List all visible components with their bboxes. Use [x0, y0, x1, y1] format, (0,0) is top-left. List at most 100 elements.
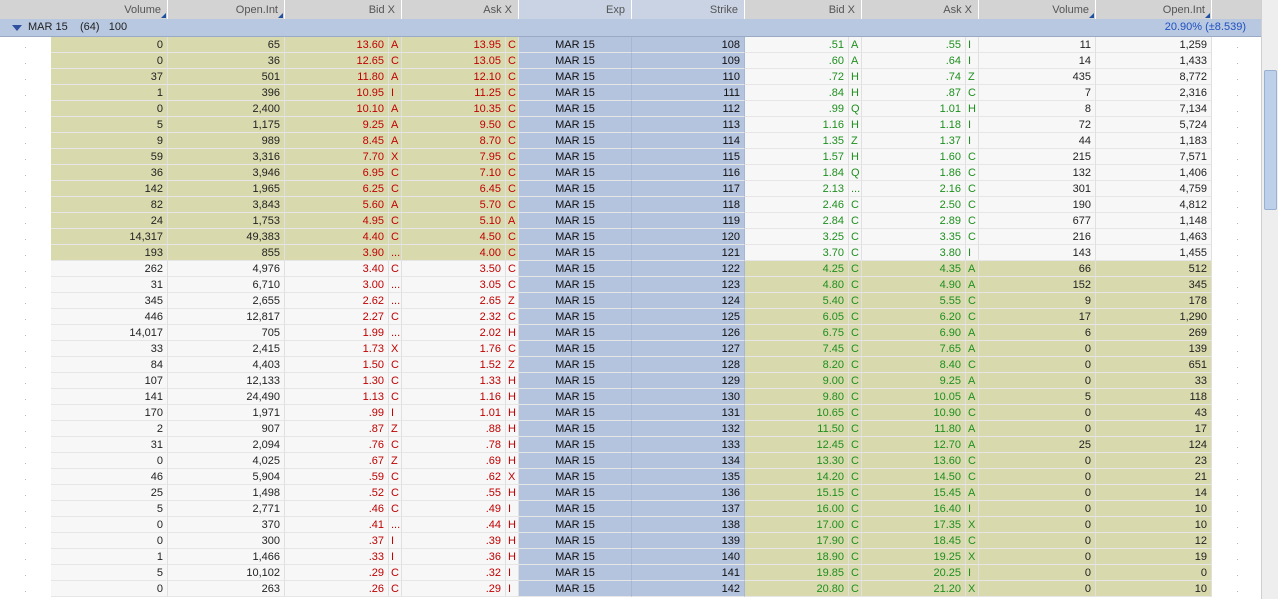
call-bid-cell[interactable]: .26 [285, 581, 389, 597]
put-ask-cell[interactable]: 4.35 [862, 261, 966, 277]
call-ask-cell[interactable]: 6.45 [402, 181, 506, 197]
table-row[interactable]: 345 2,655 2.62... 2.65 Z MAR 15 124 5.40 C 5.55 C 9… [0, 293, 1262, 309]
table-row[interactable]: 141 24,490 1.13 C 1.16 H MAR 15 130 9.80 C 10.05 A 5… [0, 389, 1262, 405]
put-bid-cell[interactable]: 2.84 [745, 213, 849, 229]
put-bid-cell[interactable]: 1.35 [745, 133, 849, 149]
call-ask-cell[interactable]: .49 [402, 501, 506, 517]
call-ask-cell[interactable]: 5.70 [402, 197, 506, 213]
put-ask-cell[interactable]: 18.45 [862, 533, 966, 549]
table-row[interactable]: 36 3,946 6.95 C 7.10 C MAR 15 116 1.84 Q 1.86 C 132 1… [0, 165, 1262, 181]
put-bid-cell[interactable]: 11.50 [745, 421, 849, 437]
table-row[interactable]: 9 989 8.45 A 8.70 C MAR 15 114 1.35 Z 1.37 I 44 1,183… [0, 133, 1262, 149]
call-bid-cell[interactable]: 3.00 [285, 277, 389, 293]
table-row[interactable]: 84 4,403 1.50 C 1.52 Z MAR 15 128 8.20 C 8.40 C 0 651… [0, 357, 1262, 373]
table-row[interactable]: 59 3,316 7.70 X 7.95 C MAR 15 115 1.57 H 1.60 C 215 7… [0, 149, 1262, 165]
put-ask-cell[interactable]: 21.20 [862, 581, 966, 597]
call-ask-cell[interactable]: 10.35 [402, 101, 506, 117]
put-ask-cell[interactable]: 9.25 [862, 373, 966, 389]
header-put-ask[interactable]: Ask X [862, 0, 979, 19]
put-ask-cell[interactable]: 16.40 [862, 501, 966, 517]
put-bid-cell[interactable]: 9.00 [745, 373, 849, 389]
call-ask-cell[interactable]: 1.01 [402, 405, 506, 421]
call-ask-cell[interactable]: .62 [402, 469, 506, 485]
table-row[interactable]: 262 4,976 3.40 C 3.50 C MAR 15 122 4.25 C 4.35 A 66 5… [0, 261, 1262, 277]
call-bid-cell[interactable]: 12.65 [285, 53, 389, 69]
put-ask-cell[interactable]: 1.01 [862, 101, 966, 117]
call-ask-cell[interactable]: .44 [402, 517, 506, 533]
call-ask-cell[interactable]: 1.16 [402, 389, 506, 405]
call-ask-cell[interactable]: 4.00 [402, 245, 506, 261]
put-ask-cell[interactable]: 2.50 [862, 197, 966, 213]
put-bid-cell[interactable]: .99 [745, 101, 849, 117]
put-ask-cell[interactable]: .64 [862, 53, 966, 69]
call-bid-cell[interactable]: 10.95 [285, 85, 389, 101]
call-bid-cell[interactable]: 1.99 [285, 325, 389, 341]
put-ask-cell[interactable]: .74 [862, 69, 966, 85]
table-row[interactable]: 0 36 12.65 C 13.05 C MAR 15 109.60 A .64 I 14 1,433 ·… [0, 53, 1262, 69]
call-bid-cell[interactable]: .76 [285, 437, 389, 453]
put-bid-cell[interactable]: 15.15 [745, 485, 849, 501]
scrollbar-thumb[interactable] [1264, 70, 1277, 210]
put-ask-cell[interactable]: 6.20 [862, 309, 966, 325]
put-ask-cell[interactable]: 19.25 [862, 549, 966, 565]
call-ask-cell[interactable]: 3.05 [402, 277, 506, 293]
table-row[interactable]: 46 5,904.59 C .62 X MAR 15 135 14.20 C 14.50 C 0 21 ·… [0, 469, 1262, 485]
call-bid-cell[interactable]: 5.60 [285, 197, 389, 213]
series-row[interactable]: MAR 15 (64) 100 20.90% (±8.539) [0, 19, 1262, 37]
table-row[interactable]: 2 907.87 Z .88 H MAR 15 132 11.50 C 11.80 A 0 17 · · [0, 421, 1262, 437]
call-bid-cell[interactable]: 13.60 [285, 37, 389, 53]
put-bid-cell[interactable]: 3.25 [745, 229, 849, 245]
put-bid-cell[interactable]: 7.45 [745, 341, 849, 357]
call-ask-cell[interactable]: 7.10 [402, 165, 506, 181]
put-ask-cell[interactable]: 12.70 [862, 437, 966, 453]
put-ask-cell[interactable]: 6.90 [862, 325, 966, 341]
header-put-bid[interactable]: Bid X [745, 0, 862, 19]
call-bid-cell[interactable]: .41 [285, 517, 389, 533]
header-call-ask[interactable]: Ask X [402, 0, 519, 19]
put-bid-cell[interactable]: 17.90 [745, 533, 849, 549]
call-ask-cell[interactable]: 1.76 [402, 341, 506, 357]
put-ask-cell[interactable]: 11.80 [862, 421, 966, 437]
put-bid-cell[interactable]: 3.70 [745, 245, 849, 261]
put-bid-cell[interactable]: 10.65 [745, 405, 849, 421]
put-ask-cell[interactable]: 4.90 [862, 277, 966, 293]
put-bid-cell[interactable]: 6.75 [745, 325, 849, 341]
put-ask-cell[interactable]: 3.80 [862, 245, 966, 261]
put-bid-cell[interactable]: 4.25 [745, 261, 849, 277]
table-row[interactable]: 31 2,094.76 C .78 H MAR 15 133 12.45 C 12.70 A 25 12… [0, 437, 1262, 453]
table-row[interactable]: 5 10,102.29 C .32 I MAR 15 141 19.85 C 20.25 I 0 0 · · [0, 565, 1262, 581]
put-ask-cell[interactable]: 1.18 [862, 117, 966, 133]
put-bid-cell[interactable]: 1.16 [745, 117, 849, 133]
table-row[interactable]: 14,017 705 1.99... 2.02 H MAR 15 126 6.75 C 6.90 A… [0, 325, 1262, 341]
vertical-scrollbar[interactable] [1261, 0, 1278, 599]
put-bid-cell[interactable]: 2.13 [745, 181, 849, 197]
header-strike[interactable]: Strike [632, 0, 745, 19]
put-bid-cell[interactable]: 4.80 [745, 277, 849, 293]
table-row[interactable]: 142 1,965 6.25 C 6.45 C MAR 15 117 2.13... 2.16 C 3… [0, 181, 1262, 197]
table-row[interactable]: 446 12,817 2.27 C 2.32 C MAR 15 125 6.05 C 6.20 C 17… [0, 309, 1262, 325]
call-ask-cell[interactable]: .69 [402, 453, 506, 469]
call-bid-cell[interactable]: 1.13 [285, 389, 389, 405]
put-ask-cell[interactable]: 17.35 [862, 517, 966, 533]
put-bid-cell[interactable]: 5.40 [745, 293, 849, 309]
put-ask-cell[interactable]: 1.60 [862, 149, 966, 165]
put-bid-cell[interactable]: 8.20 [745, 357, 849, 373]
call-bid-cell[interactable]: 3.90 [285, 245, 389, 261]
put-bid-cell[interactable]: 2.46 [745, 197, 849, 213]
call-ask-cell[interactable]: 8.70 [402, 133, 506, 149]
header-call-open-int[interactable]: Open.Int [168, 0, 285, 19]
put-ask-cell[interactable]: .87 [862, 85, 966, 101]
call-ask-cell[interactable]: 12.10 [402, 69, 506, 85]
call-bid-cell[interactable]: .46 [285, 501, 389, 517]
call-bid-cell[interactable]: .33 [285, 549, 389, 565]
table-row[interactable]: 170 1,971.99 I 1.01 H MAR 15 131 10.65 C 10.90 C 0 4… [0, 405, 1262, 421]
put-ask-cell[interactable]: 8.40 [862, 357, 966, 373]
call-ask-cell[interactable]: .36 [402, 549, 506, 565]
call-ask-cell[interactable]: .55 [402, 485, 506, 501]
header-call-volume[interactable]: Volume [51, 0, 168, 19]
put-ask-cell[interactable]: 7.65 [862, 341, 966, 357]
call-ask-cell[interactable]: 7.95 [402, 149, 506, 165]
put-bid-cell[interactable]: .60 [745, 53, 849, 69]
call-ask-cell[interactable]: .32 [402, 565, 506, 581]
put-ask-cell[interactable]: 10.90 [862, 405, 966, 421]
